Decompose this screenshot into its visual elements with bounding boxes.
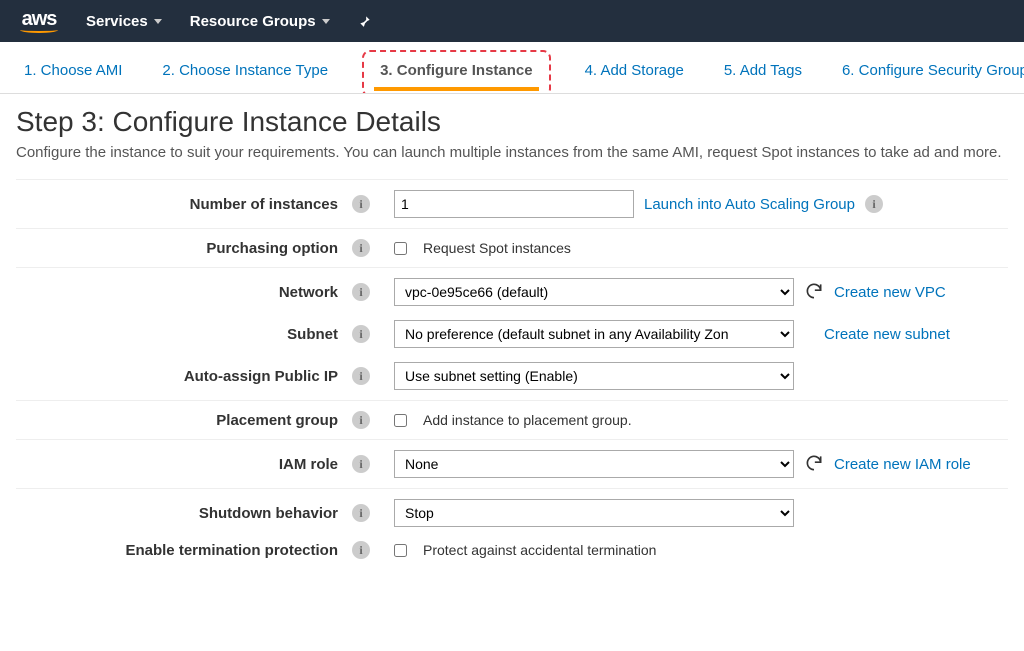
subnet-select[interactable]: No preference (default subnet in any Ava… — [394, 320, 794, 348]
iam-role-select[interactable]: None — [394, 450, 794, 478]
label-purchasing-option: Purchasing option — [16, 240, 346, 257]
placement-group-checkbox[interactable] — [394, 414, 407, 427]
aws-logo[interactable]: aws — [20, 9, 58, 33]
create-iam-role-link[interactable]: Create new IAM role — [834, 456, 971, 473]
tab-add-storage[interactable]: 4. Add Storage — [579, 54, 690, 93]
info-icon[interactable]: i — [352, 325, 370, 343]
label-iam-role: IAM role — [16, 456, 346, 473]
row-shutdown-behavior: Shutdown behavior i Stop — [16, 488, 1008, 537]
row-number-of-instances: Number of instances i Launch into Auto S… — [16, 179, 1008, 228]
refresh-icon[interactable] — [804, 281, 824, 304]
row-purchasing-option: Purchasing option i Request Spot instanc… — [16, 228, 1008, 267]
services-menu[interactable]: Services — [86, 13, 162, 30]
termination-protection-checkbox[interactable] — [394, 544, 407, 557]
label-shutdown-behavior: Shutdown behavior — [16, 505, 346, 522]
label-number-of-instances: Number of instances — [16, 196, 346, 213]
highlighted-tab-annotation: 3. Configure Instance — [362, 50, 551, 94]
resource-groups-label: Resource Groups — [190, 13, 316, 30]
chevron-down-icon — [154, 19, 162, 24]
launch-asg-link[interactable]: Launch into Auto Scaling Group — [644, 196, 855, 213]
services-label: Services — [86, 13, 148, 30]
spot-instances-label: Request Spot instances — [423, 240, 571, 256]
label-termination-protection: Enable termination protection — [16, 542, 346, 559]
row-placement-group: Placement group i Add instance to placem… — [16, 400, 1008, 439]
info-icon[interactable]: i — [352, 541, 370, 559]
row-auto-assign-ip: Auto-assign Public IP i Use subnet setti… — [16, 358, 1008, 400]
info-icon[interactable]: i — [352, 504, 370, 522]
row-termination-protection: Enable termination protection i Protect … — [16, 537, 1008, 569]
tab-choose-ami[interactable]: 1. Choose AMI — [18, 54, 128, 93]
resource-groups-menu[interactable]: Resource Groups — [190, 13, 330, 30]
row-network: Network i vpc-0e95ce66 (default) Create … — [16, 267, 1008, 316]
label-placement-group: Placement group — [16, 412, 346, 429]
info-icon[interactable]: i — [352, 283, 370, 301]
label-subnet: Subnet — [16, 326, 346, 343]
info-icon[interactable]: i — [352, 455, 370, 473]
top-navigation: aws Services Resource Groups — [0, 0, 1024, 42]
tab-choose-instance-type[interactable]: 2. Choose Instance Type — [156, 54, 334, 93]
spot-instances-checkbox[interactable] — [394, 242, 407, 255]
row-iam-role: IAM role i None Create new IAM role — [16, 439, 1008, 488]
tab-add-tags[interactable]: 5. Add Tags — [718, 54, 808, 93]
info-icon[interactable]: i — [352, 195, 370, 213]
create-subnet-link[interactable]: Create new subnet — [824, 326, 950, 343]
info-icon[interactable]: i — [865, 195, 883, 213]
create-vpc-link[interactable]: Create new VPC — [834, 284, 946, 301]
page-title: Step 3: Configure Instance Details — [16, 106, 1008, 138]
auto-assign-ip-select[interactable]: Use subnet setting (Enable) — [394, 362, 794, 390]
label-network: Network — [16, 284, 346, 301]
page-subtitle: Configure the instance to suit your requ… — [16, 142, 1008, 163]
info-icon[interactable]: i — [352, 367, 370, 385]
shutdown-behavior-select[interactable]: Stop — [394, 499, 794, 527]
tab-configure-instance[interactable]: 3. Configure Instance — [374, 54, 539, 91]
row-subnet: Subnet i No preference (default subnet i… — [16, 316, 1008, 358]
tab-configure-security-group[interactable]: 6. Configure Security Group — [836, 54, 1024, 93]
info-icon[interactable]: i — [352, 411, 370, 429]
refresh-icon[interactable] — [804, 453, 824, 476]
number-of-instances-input[interactable] — [394, 190, 634, 218]
pin-icon[interactable] — [358, 14, 372, 28]
info-icon[interactable]: i — [352, 239, 370, 257]
termination-protection-label: Protect against accidental termination — [423, 542, 656, 558]
network-select[interactable]: vpc-0e95ce66 (default) — [394, 278, 794, 306]
wizard-steps: 1. Choose AMI 2. Choose Instance Type 3.… — [0, 42, 1024, 94]
aws-swoosh-icon — [20, 27, 58, 33]
chevron-down-icon — [322, 19, 330, 24]
page-content: Step 3: Configure Instance Details Confi… — [0, 94, 1024, 581]
placement-group-label: Add instance to placement group. — [423, 412, 632, 428]
label-auto-assign-ip: Auto-assign Public IP — [16, 368, 346, 385]
